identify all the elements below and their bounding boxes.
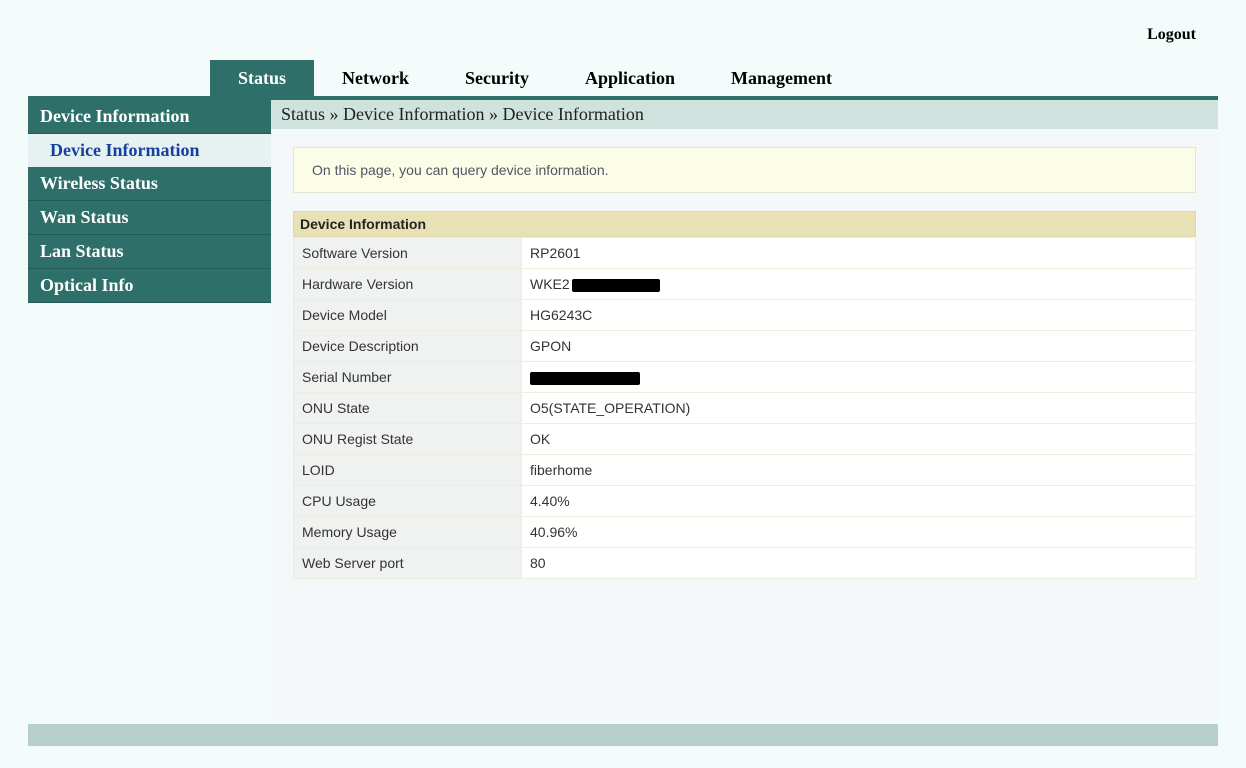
table-row: Hardware VersionWKE2: [294, 269, 1196, 300]
logout-link[interactable]: Logout: [1147, 26, 1196, 44]
table-row: Web Server port80: [294, 548, 1196, 579]
row-key: CPU Usage: [294, 486, 522, 517]
top-tabs: Status Network Security Application Mana…: [210, 60, 860, 96]
sidebar: Device Information Device Information Wi…: [28, 100, 271, 303]
row-value: [522, 362, 1196, 393]
row-key: Software Version: [294, 238, 522, 269]
row-key: Hardware Version: [294, 269, 522, 300]
breadcrumb: Status » Device Information » Device Inf…: [271, 100, 1218, 129]
row-value: fiberhome: [522, 455, 1196, 486]
table-row: ONU StateO5(STATE_OPERATION): [294, 393, 1196, 424]
row-value: O5(STATE_OPERATION): [522, 393, 1196, 424]
page-hint: On this page, you can query device infor…: [293, 147, 1196, 193]
footer-bar: [28, 724, 1218, 746]
row-key: ONU State: [294, 393, 522, 424]
row-key: ONU Regist State: [294, 424, 522, 455]
row-key: Device Model: [294, 300, 522, 331]
sidebar-item-wireless-status[interactable]: Wireless Status: [28, 167, 271, 201]
sidebar-item-wan-status[interactable]: Wan Status: [28, 201, 271, 235]
row-value: WKE2: [522, 269, 1196, 300]
row-key: LOID: [294, 455, 522, 486]
redaction-mark: [572, 279, 660, 292]
table-row: Device ModelHG6243C: [294, 300, 1196, 331]
device-info-table: Software VersionRP2601 Hardware VersionW…: [293, 237, 1196, 579]
row-value: 4.40%: [522, 486, 1196, 517]
tab-status[interactable]: Status: [210, 60, 314, 96]
table-row: Software VersionRP2601: [294, 238, 1196, 269]
table-row: CPU Usage4.40%: [294, 486, 1196, 517]
row-key: Memory Usage: [294, 517, 522, 548]
row-key: Serial Number: [294, 362, 522, 393]
table-row: Memory Usage40.96%: [294, 517, 1196, 548]
sidebar-item-device-information[interactable]: Device Information: [28, 100, 271, 134]
row-value: GPON: [522, 331, 1196, 362]
row-value: 80: [522, 548, 1196, 579]
row-value: HG6243C: [522, 300, 1196, 331]
sidebar-item-optical-info[interactable]: Optical Info: [28, 269, 271, 303]
table-row: Device DescriptionGPON: [294, 331, 1196, 362]
row-value: OK: [522, 424, 1196, 455]
table-row: LOIDfiberhome: [294, 455, 1196, 486]
sidebar-item-lan-status[interactable]: Lan Status: [28, 235, 271, 269]
table-row: Serial Number: [294, 362, 1196, 393]
tab-application[interactable]: Application: [557, 60, 703, 96]
tab-network[interactable]: Network: [314, 60, 437, 96]
content-pane: Status » Device Information » Device Inf…: [271, 100, 1218, 720]
row-key: Device Description: [294, 331, 522, 362]
table-row: ONU Regist StateOK: [294, 424, 1196, 455]
tab-security[interactable]: Security: [437, 60, 557, 96]
redaction-mark: [530, 372, 640, 385]
sidebar-sub-device-information[interactable]: Device Information: [28, 134, 271, 167]
row-key: Web Server port: [294, 548, 522, 579]
section-title: Device Information: [293, 211, 1196, 237]
tab-management[interactable]: Management: [703, 60, 860, 96]
row-value: 40.96%: [522, 517, 1196, 548]
row-value: RP2601: [522, 238, 1196, 269]
